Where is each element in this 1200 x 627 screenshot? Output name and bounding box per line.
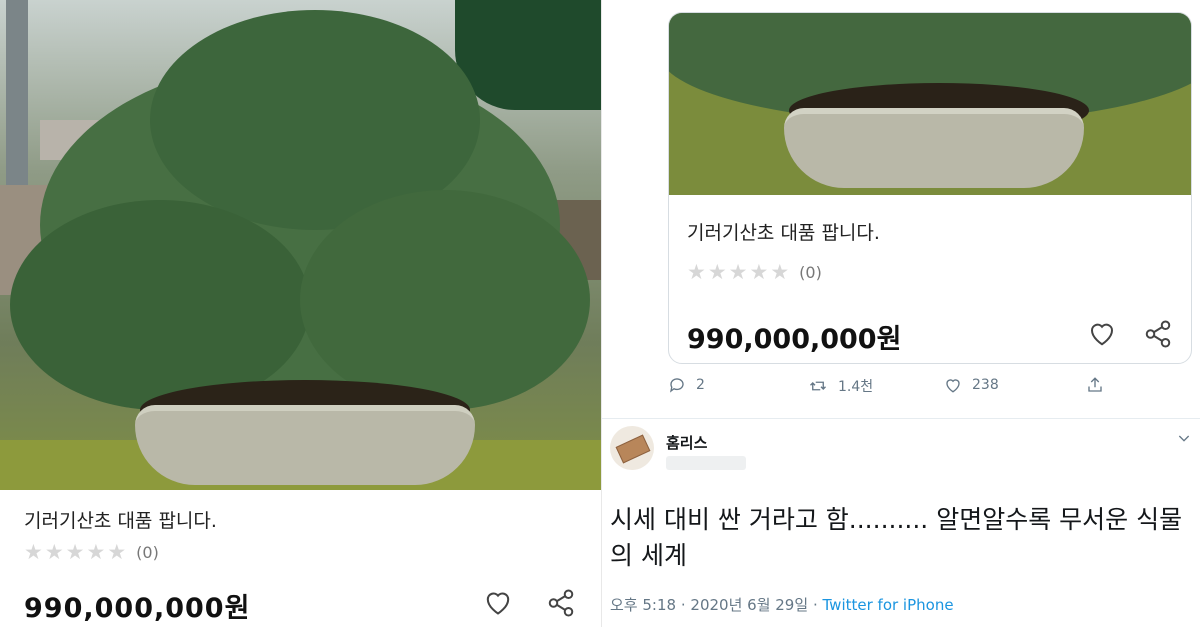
heart-icon[interactable] bbox=[1087, 319, 1123, 349]
listing-title: 기러기산초 대품 팝니다. bbox=[24, 510, 217, 532]
share-icon[interactable] bbox=[545, 588, 581, 618]
listing-price: 990,000,000원 bbox=[24, 593, 251, 624]
star-icon: ★ bbox=[687, 260, 706, 284]
star-icon: ★ bbox=[749, 260, 769, 284]
like-icon bbox=[946, 379, 960, 393]
rating-stars: ★ ★ ★ ★ ★ (0) bbox=[687, 261, 822, 283]
star-icon: ★ bbox=[707, 260, 727, 284]
upload-icon bbox=[1088, 377, 1102, 392]
tweet-screenshot: 기러기산초 대품 팝니다. ★ ★ ★ ★ ★ (0) 990,000,000원… bbox=[601, 0, 1200, 627]
bonsai-photo bbox=[0, 0, 601, 490]
star-icon: ★ bbox=[107, 540, 127, 564]
meta-separator: · bbox=[812, 596, 818, 614]
star-icon: ★ bbox=[44, 540, 64, 564]
tweet-meta: 오후 5:18 · 2020년 6월 29일 · Twitter for iPh… bbox=[610, 594, 954, 615]
tweet-source[interactable]: Twitter for iPhone bbox=[823, 596, 954, 614]
upload-button[interactable] bbox=[1086, 376, 1114, 394]
share-icon[interactable] bbox=[1143, 319, 1179, 349]
card-price: 990,000,000원 bbox=[687, 324, 902, 355]
star-icon: ★ bbox=[770, 260, 790, 284]
reply-icon bbox=[669, 378, 684, 393]
like-count: 238 bbox=[972, 377, 999, 393]
meta-separator: · bbox=[680, 596, 686, 614]
blurred-handle bbox=[666, 456, 746, 470]
star-icon: ★ bbox=[24, 540, 43, 564]
reply-count: 2 bbox=[696, 377, 705, 393]
tweet-actions: 2 1.4천 238 bbox=[668, 376, 1188, 402]
rating-stars: ★ ★ ★ ★ ★ (0) bbox=[24, 541, 159, 563]
heart-icon[interactable] bbox=[482, 588, 518, 618]
like-button[interactable]: 238 bbox=[944, 376, 999, 394]
retweet-button[interactable]: 1.4천 bbox=[808, 376, 873, 396]
card-title: 기러기산초 대품 팝니다. bbox=[687, 222, 880, 244]
link-card[interactable]: 기러기산초 대품 팝니다. ★ ★ ★ ★ ★ (0) 990,000,000원 bbox=[668, 12, 1192, 364]
star-icon: ★ bbox=[65, 540, 85, 564]
retweet-count: 1.4천 bbox=[838, 379, 874, 395]
star-icon: ★ bbox=[86, 540, 106, 564]
listing-screenshot: 기러기산초 대품 팝니다. ★ ★ ★ ★ ★ (0) 990,000,000원 bbox=[0, 0, 601, 627]
reply-button[interactable]: 2 bbox=[668, 376, 705, 394]
review-count: (0) bbox=[136, 542, 159, 562]
username[interactable]: 홈리스 bbox=[666, 432, 707, 453]
tweet-text: 시세 대비 싼 거라고 함.......... 알면알수록 무서운 식물의 세계 bbox=[610, 505, 1183, 570]
divider bbox=[602, 418, 1200, 419]
card-photo bbox=[669, 13, 1191, 195]
star-icon: ★ bbox=[728, 260, 748, 284]
avatar[interactable] bbox=[610, 426, 654, 470]
review-count: (0) bbox=[799, 262, 822, 282]
tweet-date[interactable]: 2020년 6월 29일 bbox=[690, 596, 808, 614]
tweet-time[interactable]: 오후 5:18 bbox=[610, 596, 676, 614]
chevron-down-icon[interactable] bbox=[1176, 430, 1192, 450]
retweet-icon bbox=[810, 381, 826, 391]
